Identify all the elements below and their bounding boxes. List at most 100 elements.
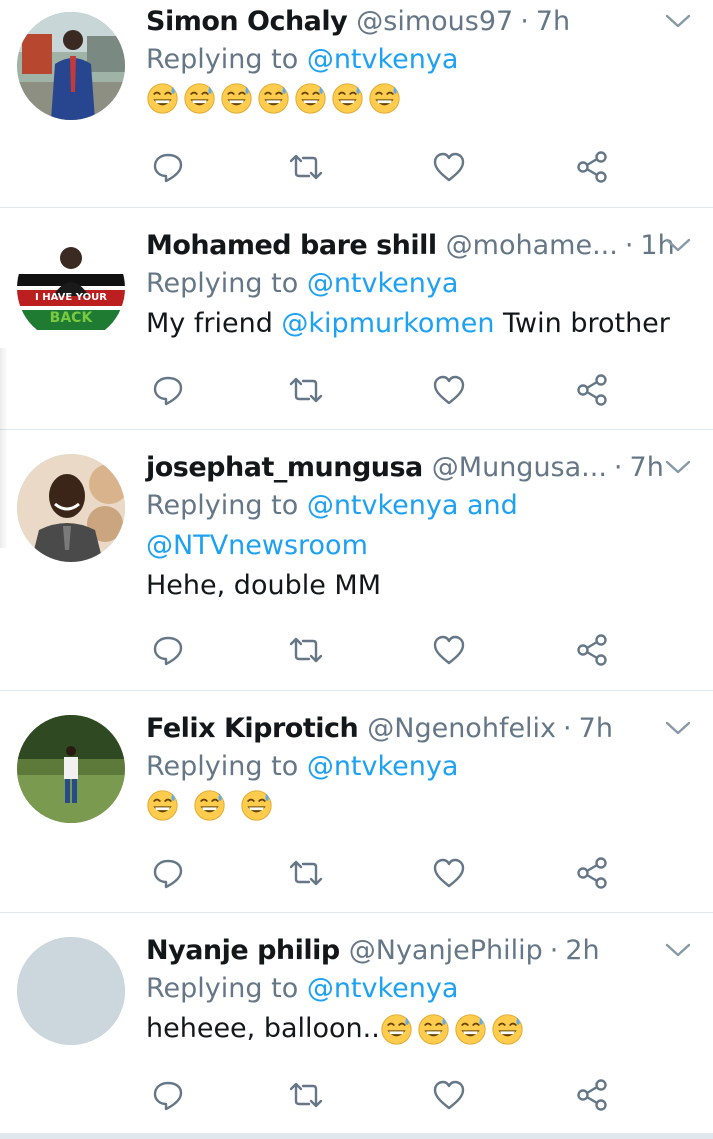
share-button[interactable] — [574, 1077, 610, 1113]
timestamp[interactable]: 7h — [630, 450, 664, 486]
replying-to: Replying to @ntvkenya — [146, 969, 693, 1009]
reply-mention-link[interactable]: @ntvkenya — [307, 490, 459, 521]
retweet-button[interactable] — [288, 149, 324, 185]
tweet-text-part: My friend — [146, 308, 282, 339]
heart-icon — [433, 375, 465, 405]
retweet-button[interactable] — [288, 372, 324, 408]
tweet-text — [146, 789, 693, 822]
timestamp[interactable]: 7h — [536, 4, 570, 40]
tweet-menu-button[interactable] — [663, 717, 693, 739]
reply-icon — [153, 859, 183, 889]
text-mention-link[interactable]: @kipmurkomen — [281, 308, 494, 339]
avatar[interactable] — [17, 937, 125, 1045]
user-handle[interactable]: @Ngenohfelix — [367, 711, 556, 747]
tweet-menu-button[interactable] — [663, 234, 693, 256]
reply-button[interactable] — [150, 855, 186, 891]
tweet-menu-button[interactable] — [663, 10, 693, 32]
separator-dot: · — [624, 230, 634, 261]
tweet-header: Simon Ochaly @simous97 · 7h — [146, 4, 693, 40]
chevron-down-icon — [665, 14, 691, 28]
tweet-header: josephat_mungusa @Mungusa... · 7h — [146, 450, 693, 486]
tweet-menu-button[interactable] — [663, 939, 693, 961]
grinning-sweat-emoji — [183, 82, 216, 115]
reply-mention-link[interactable]: @NTVnewsroom — [146, 530, 368, 561]
display-name[interactable]: Mohamed bare shill — [146, 228, 437, 264]
user-handle[interactable]: @NyanjePhilip — [349, 933, 543, 969]
share-button[interactable] — [574, 372, 610, 408]
avatar[interactable]: I HAVE YOUR BACK — [17, 234, 125, 342]
drawer-edge-shadow — [0, 348, 8, 548]
avatar[interactable] — [17, 454, 125, 562]
reply-button[interactable] — [150, 372, 186, 408]
like-button[interactable] — [431, 1077, 467, 1113]
avatar[interactable] — [17, 12, 125, 120]
like-button[interactable] — [431, 372, 467, 408]
chevron-down-icon — [665, 460, 691, 474]
tweet-text: heheee, balloon.. — [146, 1009, 693, 1049]
share-button[interactable] — [574, 632, 610, 668]
tweet[interactable]: I HAVE YOUR BACK Mohamed bare shill @moh… — [0, 208, 713, 430]
tweet[interactable]: Simon Ochaly @simous97 · 7h Replying to … — [0, 0, 713, 208]
retweet-button[interactable] — [288, 632, 324, 668]
grinning-sweat-emoji — [146, 82, 179, 115]
timestamp[interactable]: 7h — [579, 711, 613, 747]
retweet-icon — [289, 860, 323, 886]
reply-mention-link[interactable]: @ntvkenya — [307, 751, 459, 782]
retweet-icon — [289, 637, 323, 663]
display-name[interactable]: Nyanje philip — [146, 933, 340, 969]
replying-joiner: and — [467, 490, 518, 521]
like-button[interactable] — [431, 149, 467, 185]
tweet-header: Mohamed bare shill @mohame... · 1h — [146, 228, 693, 264]
grinning-sweat-emoji — [193, 789, 226, 822]
man-in-blue-suit-photo — [17, 12, 125, 120]
user-handle[interactable]: @simous97 — [356, 4, 513, 40]
tweet-text — [146, 82, 693, 115]
emoji-group — [380, 1013, 524, 1046]
grinning-sweat-emoji — [380, 1013, 413, 1046]
tweet-text-part: Twin brother — [494, 308, 670, 339]
tweet[interactable]: Nyanje philip @NyanjePhilip · 2h Replyin… — [0, 913, 713, 1133]
replying-prefix: Replying to — [146, 490, 299, 521]
share-button[interactable] — [574, 149, 610, 185]
bottom-divider — [0, 1133, 713, 1139]
reply-icon — [153, 636, 183, 666]
tweet[interactable]: josephat_mungusa @Mungusa... · 7h Replyi… — [0, 430, 713, 691]
retweet-button[interactable] — [288, 855, 324, 891]
grinning-sweat-emoji — [368, 82, 401, 115]
tweet[interactable]: Felix Kiprotich @Ngenohfelix · 7h Replyi… — [0, 691, 713, 913]
heart-icon — [433, 152, 465, 182]
grinning-sweat-emoji — [146, 789, 179, 822]
avatar[interactable] — [17, 715, 125, 823]
tweet-actions — [146, 149, 616, 185]
like-button[interactable] — [431, 855, 467, 891]
retweet-button[interactable] — [288, 1077, 324, 1113]
share-icon — [577, 374, 607, 406]
tweet-header: Felix Kiprotich @Ngenohfelix · 7h — [146, 711, 693, 747]
tweet-text-part: heheee, balloon.. — [146, 1013, 380, 1044]
reply-button[interactable] — [150, 632, 186, 668]
reply-button[interactable] — [150, 149, 186, 185]
tweet-menu-button[interactable] — [663, 456, 693, 478]
heart-icon — [433, 1080, 465, 1110]
avatar-caption: I HAVE YOUR — [35, 292, 107, 303]
reply-mention-link[interactable]: @ntvkenya — [307, 44, 459, 75]
timestamp[interactable]: 2h — [565, 933, 599, 969]
display-name[interactable]: josephat_mungusa — [146, 450, 423, 486]
tweet-actions — [146, 1077, 616, 1113]
grinning-sweat-emoji — [257, 82, 290, 115]
like-button[interactable] — [431, 632, 467, 668]
reply-button[interactable] — [150, 1077, 186, 1113]
user-handle[interactable]: @Mungusa... — [432, 450, 607, 486]
user-handle[interactable]: @mohame... — [446, 228, 618, 264]
share-icon — [577, 857, 607, 889]
share-button[interactable] — [574, 855, 610, 891]
reply-mention-link[interactable]: @ntvkenya — [307, 268, 459, 299]
display-name[interactable]: Felix Kiprotich — [146, 711, 359, 747]
reply-mention-link[interactable]: @ntvkenya — [307, 973, 459, 1004]
default-grey-avatar — [17, 937, 125, 1045]
display-name[interactable]: Simon Ochaly — [146, 4, 348, 40]
separator-dot: · — [520, 6, 529, 37]
separator-dot: · — [549, 935, 559, 966]
chevron-down-icon — [665, 943, 691, 957]
tweet-text: My friend @kipmurkomen Twin brother — [146, 304, 693, 344]
